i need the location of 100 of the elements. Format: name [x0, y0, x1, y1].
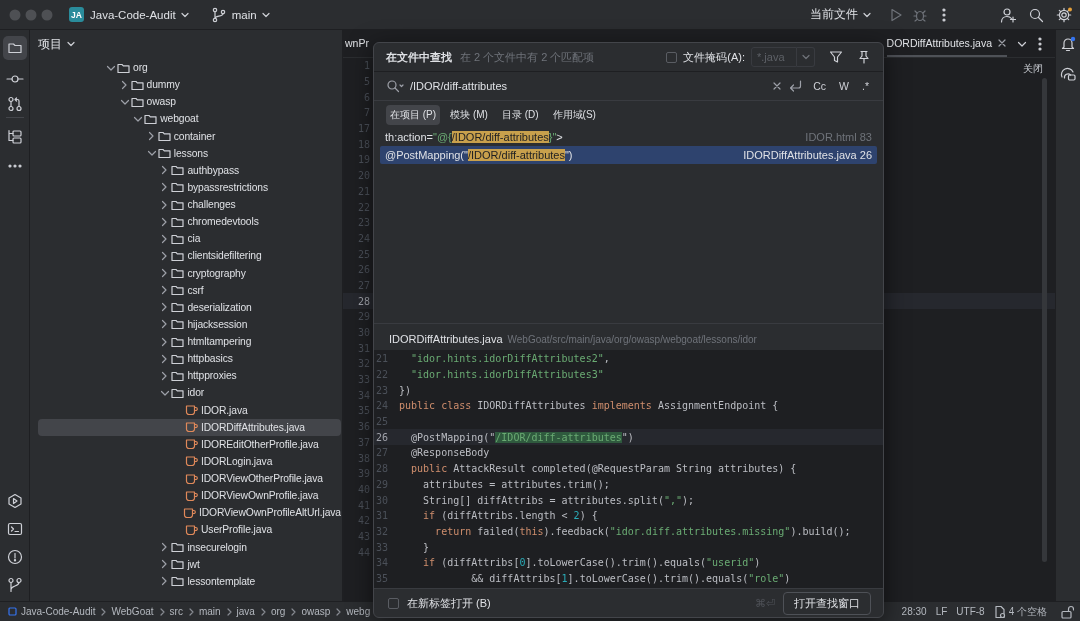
- breadcrumb[interactable]: main: [198, 606, 221, 617]
- chevron-down-icon[interactable]: [133, 114, 144, 123]
- chevron-right-icon[interactable]: [146, 131, 155, 142]
- tree-row[interactable]: IDORViewOtherProfile.java: [38, 470, 341, 488]
- search-option-toggle[interactable]: Cc: [811, 80, 829, 92]
- chevron-right-icon[interactable]: [160, 165, 169, 176]
- scope-tab[interactable]: 作用域(S): [548, 104, 600, 125]
- run-config-selector[interactable]: 当前文件: [810, 7, 858, 22]
- tree-row[interactable]: dummy: [38, 76, 341, 94]
- cursor-position[interactable]: 28:30: [901, 606, 927, 617]
- chevron-down-icon[interactable]: [1017, 39, 1027, 48]
- file-mask-dropdown[interactable]: [797, 47, 815, 67]
- tree-row[interactable]: chromedevtools: [38, 213, 341, 231]
- breadcrumb[interactable]: WebGoat: [111, 606, 154, 617]
- tree-row[interactable]: lessontemplate: [38, 572, 341, 590]
- tree-row[interactable]: UserProfile.java: [38, 521, 341, 539]
- editor-tab[interactable]: DORDiffAttributes.java: [886, 30, 1007, 57]
- chevron-right-icon[interactable]: [160, 285, 169, 296]
- caret-icon[interactable]: [863, 11, 871, 18]
- chevron-right-icon[interactable]: [160, 353, 169, 364]
- tree-row[interactable]: org: [38, 59, 341, 77]
- chevron-right-icon[interactable]: [160, 319, 169, 330]
- tree-row[interactable]: idor: [38, 384, 341, 402]
- search-icon[interactable]: [1028, 6, 1044, 23]
- tree-row[interactable]: httpproxies: [38, 367, 341, 385]
- tree-row[interactable]: IDORViewOwnProfileAltUrl.java: [38, 504, 341, 522]
- tree-row[interactable]: IDOR.java: [38, 401, 341, 419]
- tree-row[interactable]: challenges: [38, 196, 341, 214]
- git-icon[interactable]: [6, 577, 23, 593]
- caret-icon[interactable]: [180, 11, 189, 18]
- notifications-icon[interactable]: [1060, 36, 1076, 52]
- tree-row[interactable]: csrf: [38, 281, 341, 299]
- close-icon[interactable]: [997, 37, 1007, 48]
- settings-icon[interactable]: [1056, 6, 1072, 23]
- breadcrumb[interactable]: webg: [346, 606, 371, 617]
- commit-icon[interactable]: [5, 74, 24, 84]
- chevron-right-icon[interactable]: [160, 576, 169, 587]
- tree-row[interactable]: webgoat: [38, 110, 341, 128]
- add-user-icon[interactable]: [1000, 6, 1016, 23]
- chevron-right-icon[interactable]: [160, 302, 169, 313]
- branch-name[interactable]: main: [231, 8, 257, 21]
- search-field[interactable]: /IDOR/diff-attributes: [410, 80, 767, 92]
- services-icon[interactable]: [6, 493, 23, 509]
- tree-row[interactable]: hijacksession: [38, 315, 341, 333]
- scope-tab[interactable]: 目录 (D): [497, 104, 543, 125]
- tree-row[interactable]: IDORDiffAttributes.java: [38, 418, 341, 436]
- breadcrumb[interactable]: org: [270, 606, 286, 617]
- panel-title[interactable]: 项目: [38, 36, 62, 52]
- chevron-right-icon[interactable]: [160, 216, 169, 227]
- tree-row[interactable]: clientsidefiltering: [38, 247, 341, 265]
- tree-row[interactable]: deserialization: [38, 298, 341, 316]
- assistant-icon[interactable]: [1060, 66, 1076, 82]
- chevron-right-icon[interactable]: [160, 250, 169, 261]
- chevron-right-icon[interactable]: [160, 559, 169, 570]
- file-encoding[interactable]: UTF-8: [956, 606, 985, 617]
- tree-row[interactable]: jwt: [38, 555, 341, 573]
- tree-row[interactable]: cia: [38, 230, 341, 248]
- breadcrumb[interactable]: src: [169, 606, 183, 617]
- search-icon[interactable]: [386, 79, 404, 93]
- chevron-down-icon[interactable]: [119, 97, 130, 106]
- tree-row[interactable]: IDORViewOwnProfile.java: [38, 487, 341, 505]
- chevron-down-icon[interactable]: [146, 149, 157, 158]
- chevron-right-icon[interactable]: [160, 233, 169, 244]
- breadcrumb[interactable]: java: [236, 606, 255, 617]
- tree-row[interactable]: htmltampering: [38, 333, 341, 351]
- open-find-window-button[interactable]: 打开查找窗口: [783, 591, 871, 615]
- problems-icon[interactable]: [6, 549, 23, 565]
- new-tab-checkbox[interactable]: [388, 597, 399, 609]
- tree-row[interactable]: insecurelogin: [38, 538, 341, 556]
- chevron-right-icon[interactable]: [160, 268, 169, 279]
- tree-row[interactable]: lessons: [38, 144, 341, 162]
- newline-icon[interactable]: [788, 79, 803, 93]
- search-option-toggle[interactable]: W: [837, 80, 851, 92]
- indent-setting[interactable]: 4 个空格: [1008, 604, 1047, 619]
- tree-row[interactable]: authbypass: [38, 161, 341, 179]
- run-icon[interactable]: [888, 6, 904, 23]
- close-hint[interactable]: 关闭: [1023, 62, 1043, 76]
- project-name[interactable]: Java-Code-Audit: [90, 8, 176, 21]
- breadcrumb[interactable]: Java-Code-Audit: [21, 606, 96, 617]
- scope-tab[interactable]: 模块 (M): [446, 104, 492, 125]
- chevron-right-icon[interactable]: [160, 199, 169, 210]
- caret-icon[interactable]: [261, 11, 270, 18]
- breadcrumb[interactable]: owasp: [301, 606, 331, 617]
- pull-request-icon[interactable]: [6, 96, 23, 112]
- chevron-down-icon[interactable]: [160, 388, 171, 397]
- caret-icon[interactable]: [66, 41, 75, 47]
- chevron-right-icon[interactable]: [119, 79, 128, 90]
- line-separator[interactable]: LF: [935, 606, 948, 617]
- lock-icon[interactable]: [1060, 604, 1074, 619]
- tree-row[interactable]: IDOREditOtherProfile.java: [38, 435, 341, 453]
- structure-icon[interactable]: [6, 129, 23, 145]
- chevron-right-icon[interactable]: [160, 542, 169, 553]
- chevron-right-icon[interactable]: [160, 370, 169, 381]
- tree-row[interactable]: IDORLogin.java: [38, 452, 341, 470]
- tree-row[interactable]: container: [38, 127, 341, 145]
- tree-row[interactable]: owasp: [38, 93, 341, 111]
- tree-row[interactable]: httpbasics: [38, 350, 341, 368]
- terminal-icon[interactable]: [6, 521, 23, 537]
- file-mask-checkbox[interactable]: [666, 51, 678, 63]
- tree-row[interactable]: cryptography: [38, 264, 341, 282]
